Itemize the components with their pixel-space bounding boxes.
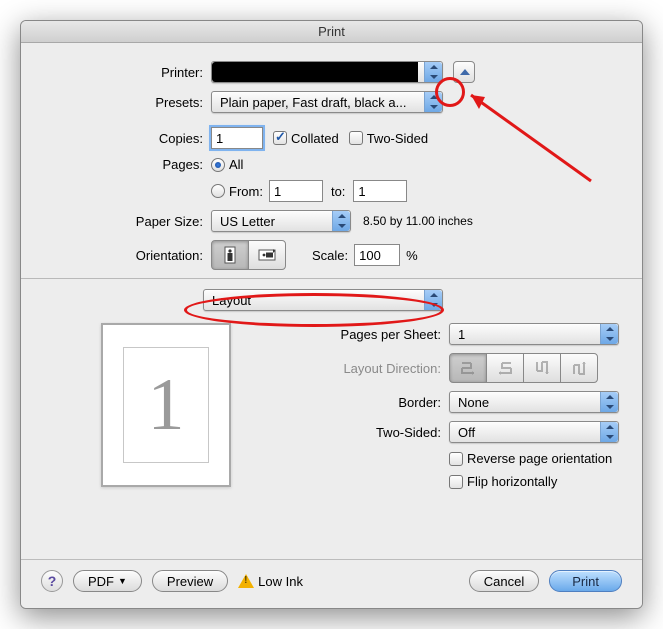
copies-label: Copies: [41, 131, 211, 146]
chevrons-icon [424, 92, 442, 112]
printer-label: Printer: [41, 65, 211, 80]
pages-to-label: to: [323, 184, 353, 199]
presets-label: Presets: [41, 95, 211, 110]
preview-label: Preview [167, 574, 213, 589]
printer-popup[interactable] [211, 61, 443, 83]
print-button[interactable]: Print [549, 570, 622, 592]
collated-checkbox[interactable]: Collated [273, 131, 339, 146]
preview-button[interactable]: Preview [152, 570, 228, 592]
scale-label: Scale: [312, 248, 348, 263]
pages-label: Pages: [41, 157, 211, 172]
printer-value [212, 62, 418, 82]
orientation-portrait[interactable] [211, 240, 249, 270]
print-label: Print [572, 574, 599, 589]
chevrons-icon [600, 392, 618, 412]
presets-value: Plain paper, Fast draft, black a... [220, 95, 406, 110]
orientation-segmented [211, 240, 286, 270]
chevrons-icon [600, 422, 618, 442]
pages-from-label: From: [229, 184, 263, 199]
pages-per-sheet-value: 1 [458, 327, 465, 342]
pdf-menu-button[interactable]: PDF ▼ [73, 570, 142, 592]
checkbox-icon [449, 475, 463, 489]
layout-two-sided-label: Two-Sided: [249, 425, 449, 440]
layout-dir-4[interactable] [560, 353, 598, 383]
paper-dims: 8.50 by 11.00 inches [351, 214, 473, 228]
checkbox-icon [273, 131, 287, 145]
chevrons-icon [600, 324, 618, 344]
border-popup[interactable]: None [449, 391, 619, 413]
pages-range-radio[interactable]: From: [211, 184, 263, 199]
pages-all-radio[interactable]: All [211, 157, 243, 172]
presets-popup[interactable]: Plain paper, Fast draft, black a... [211, 91, 443, 113]
paper-size-value: US Letter [220, 214, 275, 229]
flip-horizontally-label: Flip horizontally [467, 474, 557, 489]
chevrons-icon [332, 211, 350, 231]
pages-from-input[interactable] [269, 180, 323, 202]
chevron-down-icon: ▼ [118, 576, 127, 586]
separator [21, 278, 642, 279]
dialog-footer: ? PDF ▼ Preview Low Ink Cancel Print [21, 559, 642, 608]
warning-icon [238, 574, 254, 588]
flip-horizontally-checkbox[interactable]: Flip horizontally [449, 474, 557, 489]
reverse-orientation-label: Reverse page orientation [467, 451, 612, 466]
paper-size-label: Paper Size: [41, 214, 211, 229]
print-dialog: Print Printer: Presets: Plain paper, Fas… [20, 20, 643, 609]
dialog-content: Printer: Presets: Plain paper, Fast draf… [21, 43, 642, 497]
layout-direction-segmented [449, 353, 598, 383]
pages-per-sheet-label: Pages per Sheet: [249, 327, 449, 342]
orientation-label: Orientation: [41, 248, 211, 263]
help-icon: ? [48, 573, 57, 589]
copies-input[interactable] [211, 127, 263, 149]
layout-two-sided-value: Off [458, 425, 475, 440]
reverse-orientation-checkbox[interactable]: Reverse page orientation [449, 451, 612, 466]
cancel-label: Cancel [484, 574, 524, 589]
layout-dir-1[interactable] [449, 353, 487, 383]
pages-per-sheet-popup[interactable]: 1 [449, 323, 619, 345]
section-popup[interactable]: Layout [203, 289, 443, 311]
window-title: Print [21, 21, 642, 43]
pages-to-input[interactable] [353, 180, 407, 202]
chevrons-icon [424, 62, 442, 82]
help-button[interactable]: ? [41, 570, 63, 592]
cancel-button[interactable]: Cancel [469, 570, 539, 592]
checkbox-icon [349, 131, 363, 145]
border-label: Border: [249, 395, 449, 410]
layout-dir-2[interactable] [486, 353, 524, 383]
section-value: Layout [212, 293, 251, 308]
border-value: None [458, 395, 489, 410]
radio-icon [211, 184, 225, 198]
two-sided-label: Two-Sided [367, 131, 428, 146]
low-ink-label: Low Ink [258, 574, 303, 589]
pages-all-label: All [229, 157, 243, 172]
scale-input[interactable] [354, 244, 400, 266]
preview-page-number: 1 [148, 363, 185, 448]
orientation-landscape[interactable] [248, 240, 286, 270]
paper-size-popup[interactable]: US Letter [211, 210, 351, 232]
checkbox-icon [449, 452, 463, 466]
layout-two-sided-popup[interactable]: Off [449, 421, 619, 443]
chevrons-icon [424, 290, 442, 310]
radio-icon [211, 158, 225, 172]
disclose-button[interactable] [453, 61, 475, 83]
two-sided-checkbox[interactable]: Two-Sided [349, 131, 428, 146]
scale-unit: % [400, 248, 418, 263]
layout-dir-3[interactable] [523, 353, 561, 383]
collated-label: Collated [291, 131, 339, 146]
layout-direction-label: Layout Direction: [249, 361, 449, 376]
page-preview: 1 [101, 323, 231, 487]
pdf-label: PDF [88, 574, 114, 589]
